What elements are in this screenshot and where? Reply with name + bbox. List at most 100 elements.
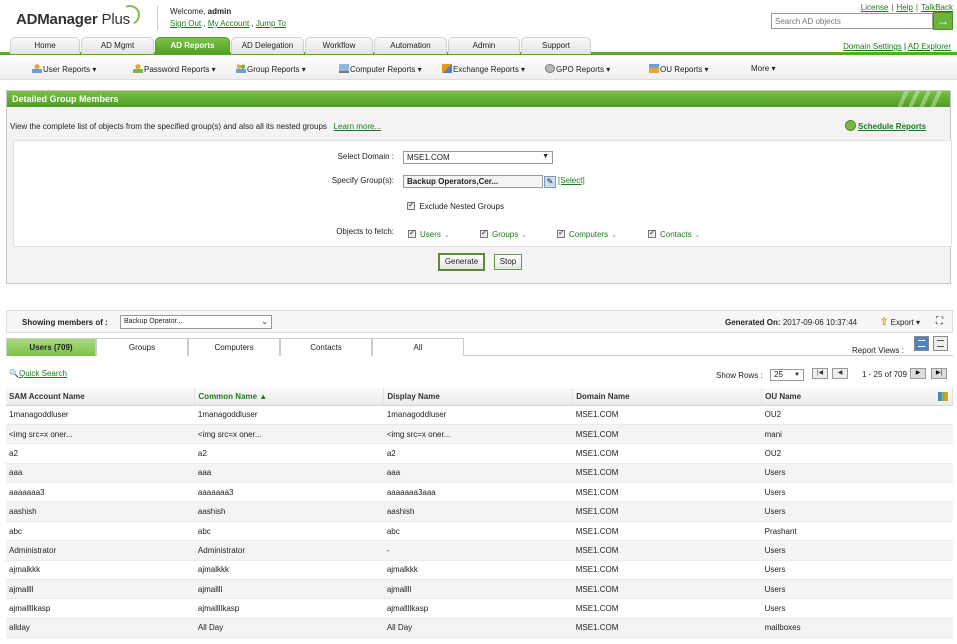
- fetch-contacts-checkbox[interactable]: [648, 228, 656, 238]
- tab-home[interactable]: Home: [10, 37, 80, 54]
- fetch-users-checkbox[interactable]: [408, 228, 416, 238]
- list-view-icon[interactable]: [933, 336, 948, 351]
- fetch-users-option[interactable]: Users⌄: [408, 228, 450, 239]
- quick-search[interactable]: 🔍Quick Search: [9, 369, 67, 378]
- menu-password-reports[interactable]: Password Reports ▾: [133, 64, 216, 74]
- header-divider: [157, 6, 158, 30]
- menu-more[interactable]: More ▾: [751, 64, 775, 73]
- menu-group-reports[interactable]: Group Reports ▾: [236, 64, 306, 74]
- table-row[interactable]: aashish aashish aashish MSE1.COM Users: [6, 501, 953, 522]
- table-cell: MSE1.COM: [572, 618, 762, 639]
- domain-select[interactable]: MSE1.COM ▼: [403, 151, 553, 164]
- table-row[interactable]: aaa aaa aaa MSE1.COM Users: [6, 463, 953, 484]
- tab-all[interactable]: All: [372, 338, 464, 356]
- table-row[interactable]: abc abc abc MSE1.COM Prashant: [6, 521, 953, 542]
- jump-to-link[interactable]: Jump To: [256, 19, 286, 28]
- stop-button[interactable]: Stop: [494, 254, 522, 270]
- learn-more-link[interactable]: Learn more...: [334, 122, 382, 131]
- help-link[interactable]: Help: [896, 3, 912, 12]
- table-row[interactable]: allday All Day All Day MSE1.COM mailboxes: [6, 618, 953, 639]
- select-groups-link[interactable]: [Select]: [558, 176, 585, 185]
- table-row[interactable]: <img src=x oner... <img src=x oner... <img…: [6, 424, 953, 445]
- fullscreen-icon[interactable]: ⛶: [936, 316, 943, 327]
- main-tab-bar: Home AD Mgmt AD Reports AD Delegation Wo…: [0, 36, 957, 55]
- tab-support[interactable]: Support: [521, 37, 591, 54]
- tab-users[interactable]: Users (709): [6, 338, 96, 356]
- col-ou-name[interactable]: OU Name: [761, 388, 953, 406]
- domain-settings-link[interactable]: Domain Settings: [843, 42, 902, 51]
- export-button[interactable]: ⇧ Export ▾: [880, 317, 920, 328]
- col-domain-name[interactable]: Domain Name: [572, 388, 763, 406]
- table-cell: ajmalkkk: [6, 560, 195, 581]
- fetch-computers-checkbox[interactable]: [557, 228, 565, 238]
- generated-on: Generated On: 2017-09-06 10:37:44: [725, 318, 858, 327]
- tab-workflow[interactable]: Workflow: [305, 37, 373, 54]
- app-logo[interactable]: ADManager Plus: [16, 11, 130, 28]
- table-cell: MSE1.COM: [572, 560, 762, 581]
- fetch-computers-option[interactable]: Computers⌄: [557, 228, 617, 239]
- table-cell: ajmallllkasp: [383, 598, 573, 619]
- my-account-link[interactable]: My Account: [208, 19, 249, 28]
- table-cell: MSE1.COM: [572, 501, 762, 522]
- col-common-name[interactable]: Common Name ▲: [194, 388, 385, 406]
- tab-automation[interactable]: Automation: [374, 37, 447, 54]
- table-row[interactable]: 1managoddluser 1managoddluser 1managoddlus…: [6, 405, 953, 425]
- result-tabs: Users (709) Groups Computers Contacts Al…: [6, 337, 953, 356]
- generate-button[interactable]: Generate: [438, 253, 485, 271]
- col-display-name[interactable]: Display Name: [383, 388, 574, 406]
- table-cell: Users: [761, 540, 953, 561]
- table-row[interactable]: ajmallll ajmallll ajmallll MSE1.COM Users: [6, 579, 953, 600]
- license-link[interactable]: License: [861, 3, 889, 12]
- sign-out-link[interactable]: Sign Out: [170, 19, 201, 28]
- results-section: Showing members of : Backup Operator... ⌄…: [6, 310, 953, 644]
- table-row[interactable]: Administrator Administrator - MSE1.COM Users: [6, 540, 953, 561]
- table-row[interactable]: a2 a2 a2 MSE1.COM OU2: [6, 443, 953, 464]
- table-row[interactable]: aaaaaaa3 aaaaaaa3 aaaaaaa3aaa MSE1.COM Users: [6, 482, 953, 503]
- prev-page-icon[interactable]: ◀: [832, 368, 848, 379]
- tab-ad-delegation[interactable]: AD Delegation: [231, 37, 304, 54]
- group-select[interactable]: Backup Operator... ⌄: [120, 315, 272, 329]
- tab-groups[interactable]: Groups: [96, 338, 188, 356]
- fetch-contacts-option[interactable]: Contacts⌄: [648, 228, 700, 239]
- menu-user-reports[interactable]: User Reports ▾: [32, 64, 96, 74]
- table-cell: Users: [761, 560, 953, 581]
- tab-ad-mgmt[interactable]: AD Mgmt: [81, 37, 154, 54]
- tab-ad-reports[interactable]: AD Reports: [155, 37, 230, 54]
- table-row[interactable]: ajmallllkasp ajmallllkasp ajmallllkasp MSE1…: [6, 598, 953, 619]
- tab-contacts[interactable]: Contacts: [280, 338, 372, 356]
- column-chooser-icon[interactable]: [938, 391, 948, 401]
- table-cell: ajmalkkk: [194, 560, 384, 581]
- table-cell: abc: [383, 521, 573, 542]
- table-cell: MSE1.COM: [572, 482, 762, 503]
- table-cell: aashish: [6, 501, 195, 522]
- talkback-link[interactable]: TalkBack: [921, 3, 953, 12]
- ad-explorer-link[interactable]: AD Explorer: [908, 42, 951, 51]
- col-sam-account[interactable]: SAM Account Name: [6, 388, 196, 406]
- tab-computers[interactable]: Computers: [188, 338, 280, 356]
- menu-ou-reports[interactable]: OU Reports ▾: [649, 64, 708, 74]
- last-page-icon[interactable]: ▶|: [931, 368, 947, 379]
- search-input[interactable]: [771, 13, 933, 29]
- exclude-nested-option[interactable]: Exclude Nested Groups: [407, 200, 504, 211]
- panel-title: Detailed Group Members: [12, 94, 119, 104]
- show-rows-label: Show Rows :: [716, 371, 763, 380]
- search-go-button[interactable]: →: [933, 12, 953, 30]
- table-cell: Administrator: [6, 540, 195, 561]
- table-view-icon[interactable]: [914, 336, 929, 351]
- table-row[interactable]: ajmalkkk ajmalkkk ajmalkkk MSE1.COM Users: [6, 560, 953, 581]
- table-cell: MSE1.COM: [572, 579, 762, 600]
- table-cell: Users: [761, 598, 953, 619]
- menu-gpo-reports[interactable]: GPO Reports ▾: [545, 64, 610, 74]
- groups-field[interactable]: Backup Operators,Cer...: [403, 175, 543, 188]
- first-page-icon[interactable]: |◀: [812, 368, 828, 379]
- next-page-icon[interactable]: ▶: [910, 368, 926, 379]
- fetch-groups-option[interactable]: Groups⌄: [480, 228, 527, 239]
- edit-pencil-icon[interactable]: ✎: [544, 176, 556, 188]
- rows-per-page-select[interactable]: 25 ▼: [770, 369, 804, 381]
- menu-exchange-reports[interactable]: Exchange Reports ▾: [442, 64, 525, 74]
- fetch-groups-checkbox[interactable]: [480, 228, 488, 238]
- tab-admin[interactable]: Admin: [448, 37, 520, 54]
- exclude-nested-checkbox[interactable]: [407, 200, 415, 210]
- schedule-reports-link[interactable]: Schedule Reports: [845, 120, 926, 131]
- menu-computer-reports[interactable]: Computer Reports ▾: [339, 64, 422, 74]
